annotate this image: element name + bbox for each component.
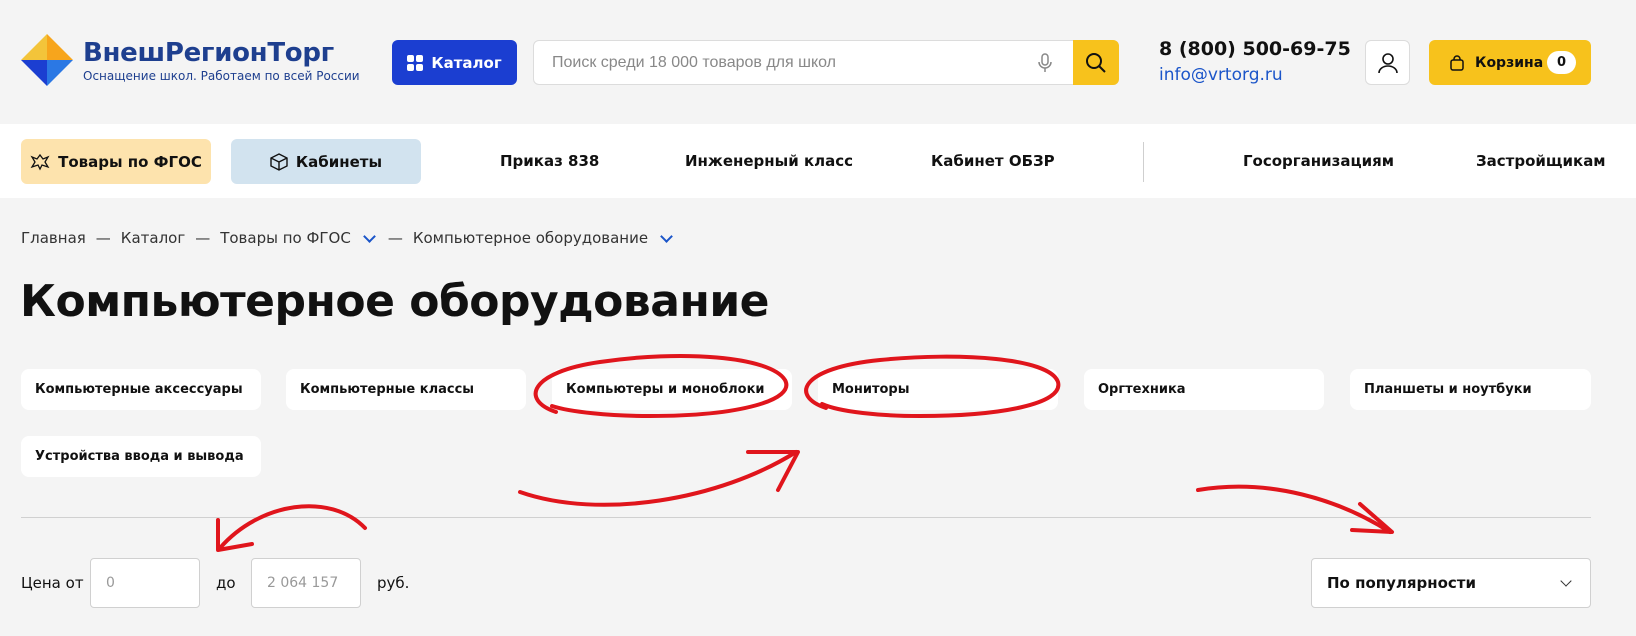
grid-icon xyxy=(407,54,424,71)
nav-divider xyxy=(1143,142,1144,182)
main-nav: Товары по ФГОС Кабинеты Приказ 838 Инжен… xyxy=(0,124,1636,198)
cart-button[interactable]: Корзина 0 xyxy=(1429,40,1591,85)
price-to-input[interactable] xyxy=(251,558,361,608)
sort-select[interactable]: По популярности xyxy=(1311,558,1591,608)
nav-fgos-button[interactable]: Товары по ФГОС xyxy=(21,139,211,184)
chevron-down-icon[interactable] xyxy=(362,229,376,243)
page-title: Компьютерное оборудование xyxy=(20,276,770,327)
breadcrumb-fgos[interactable]: Товары по ФГОС xyxy=(220,229,351,247)
catalog-button[interactable]: Каталог xyxy=(392,40,517,85)
logo-tagline: Оснащение школ. Работаем по всей России xyxy=(83,69,360,83)
nav-cabinets-button[interactable]: Кабинеты xyxy=(231,139,421,184)
breadcrumb: Главная — Каталог — Товары по ФГОС — Ком… xyxy=(21,229,675,247)
logo-name: ВнешРегионТорг xyxy=(83,38,334,68)
section-divider xyxy=(21,517,1591,518)
catalog-label: Каталог xyxy=(431,53,502,72)
annotation-arrow xyxy=(518,450,798,507)
search-icon xyxy=(1086,52,1106,73)
nav-link-builders[interactable]: Застройщикам xyxy=(1476,152,1606,170)
cart-bag-icon xyxy=(1450,54,1464,71)
nav-cabinets-label: Кабинеты xyxy=(295,152,383,171)
price-from-label: Цена от xyxy=(21,574,84,592)
chevron-down-icon[interactable] xyxy=(660,229,673,243)
category-chip[interactable]: Оргтехника xyxy=(1084,369,1324,410)
nav-fgos-label: Товары по ФГОС xyxy=(58,152,202,171)
breadcrumb-separator: — xyxy=(195,229,211,247)
annotation-arrow xyxy=(218,504,367,550)
chevron-down-icon xyxy=(1560,575,1572,587)
price-to-label: до xyxy=(216,574,236,592)
annotation-arrow xyxy=(746,450,800,492)
category-chip[interactable]: Компьютерные классы xyxy=(286,369,526,410)
annotation-arrow xyxy=(216,518,254,552)
annotation-arrow xyxy=(1196,484,1392,534)
account-button[interactable] xyxy=(1365,40,1410,85)
email-link[interactable]: info@vrtorg.ru xyxy=(1159,65,1283,85)
category-chip[interactable]: Компьютеры и моноблоки xyxy=(552,369,792,410)
search-input[interactable] xyxy=(552,41,1032,84)
cube-icon xyxy=(270,152,288,171)
annotation-arrow xyxy=(1350,502,1394,534)
category-chip[interactable]: Мониторы xyxy=(818,369,1058,410)
cart-count-badge: 0 xyxy=(1547,51,1576,74)
search-bar xyxy=(533,40,1119,85)
nav-link-prikaz[interactable]: Приказ 838 xyxy=(500,152,599,170)
mic-icon[interactable] xyxy=(1034,52,1056,74)
nav-link-engineering[interactable]: Инженерный класс xyxy=(685,152,853,170)
nav-link-obzr[interactable]: Кабинет ОБЗР xyxy=(931,152,1055,170)
logo[interactable]: ВнешРегионТорг Оснащение школ. Работаем … xyxy=(21,34,360,90)
category-chip[interactable]: Устройства ввода и вывода xyxy=(21,436,261,477)
user-icon xyxy=(1377,52,1398,73)
currency-label: руб. xyxy=(377,574,410,592)
breadcrumb-separator: — xyxy=(387,229,403,247)
breadcrumb-separator: — xyxy=(95,229,111,247)
breadcrumb-current: Компьютерное оборудование xyxy=(412,229,649,247)
cart-label: Корзина xyxy=(1475,54,1544,71)
emblem-icon xyxy=(30,153,50,170)
breadcrumb-catalog[interactable]: Каталог xyxy=(121,229,185,247)
nav-link-gov[interactable]: Госорганизациям xyxy=(1243,152,1394,170)
logo-icon xyxy=(21,34,73,86)
breadcrumb-home[interactable]: Главная xyxy=(21,229,86,247)
category-chip[interactable]: Компьютерные аксессуары xyxy=(21,369,261,410)
search-button[interactable] xyxy=(1073,40,1119,85)
price-from-input[interactable] xyxy=(90,558,200,608)
category-chip[interactable]: Планшеты и ноутбуки xyxy=(1350,369,1591,410)
sort-value: По популярности xyxy=(1327,574,1477,592)
site-header: ВнешРегионТорг Оснащение школ. Работаем … xyxy=(0,0,1636,124)
phone-number[interactable]: 8 (800) 500-69-75 xyxy=(1159,38,1351,60)
